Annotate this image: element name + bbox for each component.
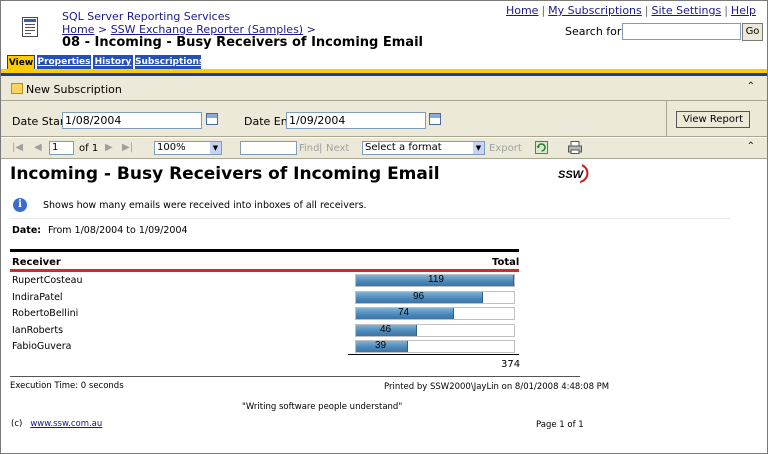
parameters-divider [666, 101, 667, 137]
search-go-button[interactable]: Go [742, 23, 763, 41]
footer-rule [10, 376, 580, 377]
find-text-input[interactable] [240, 141, 297, 155]
tab-history[interactable]: History [93, 55, 133, 70]
bar-value-label: 119 [428, 274, 444, 285]
chevron-down-icon: ▼ [473, 142, 484, 154]
grand-total: 374 [501, 359, 521, 370]
date-end-field[interactable]: 1/09/2004 [286, 112, 426, 129]
export-format-select[interactable]: Select a format ▼ [362, 141, 485, 155]
first-page-icon[interactable]: |◀ [12, 142, 23, 153]
report-manager-window: SQL Server Reporting Services Home > SSW… [0, 0, 768, 454]
bar-track: 74 [355, 307, 515, 320]
chevron-down-icon: ▼ [210, 142, 221, 154]
find-link[interactable]: Find [299, 143, 320, 154]
view-report-button[interactable]: View Report [676, 111, 750, 128]
next-page-icon[interactable]: ▶ [105, 142, 113, 153]
copyright: (c) www.ssw.com.au [11, 419, 102, 429]
info-icon: i [13, 198, 27, 212]
new-subscription-label: New Subscription [26, 83, 122, 96]
ssw-logo: SSW [558, 164, 589, 183]
help-link[interactable]: Help [731, 4, 756, 17]
zoom-value: 100% [157, 142, 186, 153]
sum-rule [348, 354, 519, 355]
export-format-value: Select a format [365, 142, 442, 153]
link-divider: | [644, 4, 649, 17]
report-description: Shows how many emails were received into… [43, 200, 367, 211]
tab-properties[interactable]: Properties [37, 55, 91, 70]
collapse-chevron-icon[interactable]: ⌃ [747, 81, 755, 92]
date-start-field[interactable]: 1/08/2004 [62, 112, 202, 129]
date-label: Date: [12, 225, 42, 236]
find-divider: | [319, 143, 323, 154]
site-settings-link[interactable]: Site Settings [651, 4, 721, 17]
copyright-symbol: (c) [11, 419, 23, 429]
search-label: Search for: [565, 25, 625, 38]
total-column-header: Total [492, 257, 520, 268]
tab-subscriptions[interactable]: Subscriptions [135, 55, 204, 70]
calendar-icon[interactable] [429, 113, 441, 125]
ssw-site-link[interactable]: www.ssw.com.au [30, 419, 102, 429]
date-range: From 1/08/2004 to 1/09/2004 [48, 225, 188, 236]
date-start-label: Date Start [12, 115, 69, 128]
export-link[interactable]: Export [489, 143, 522, 154]
svg-text:SSW: SSW [558, 169, 585, 181]
receiver-name: FabioGuvera [12, 341, 72, 352]
tab-view[interactable]: View [7, 55, 35, 70]
bar-track: 119 [355, 274, 515, 287]
refresh-icon[interactable] [535, 141, 548, 154]
bar-value-label: 96 [413, 291, 425, 302]
table-header-rule [10, 269, 519, 272]
bar-value-label: 39 [375, 340, 387, 351]
report-toolbar: |◀ ◀ 1 of 1 ▶ ▶| 100% ▼ Find | Next Sele… [1, 138, 767, 159]
calendar-icon[interactable] [206, 113, 218, 125]
print-icon[interactable] [568, 141, 582, 154]
bar-value-label: 46 [380, 324, 392, 335]
receiver-column-header: Receiver [12, 257, 61, 268]
search-input[interactable] [622, 23, 741, 40]
receiver-name: IndiraPatel [12, 292, 63, 303]
top-links: Home | My Subscriptions | Site Settings | Help [506, 4, 756, 17]
my-subscriptions-link[interactable]: My Subscriptions [548, 4, 642, 17]
tab-bar: View Properties History Subscriptions [1, 55, 767, 70]
divider [10, 218, 731, 219]
bar-track: 96 [355, 291, 515, 304]
page-title: 08 - Incoming - Busy Receivers of Incomi… [62, 35, 423, 50]
link-divider: | [541, 4, 546, 17]
report-heading: Incoming - Busy Receivers of Incoming Em… [10, 164, 440, 184]
bar-track: 39 [355, 340, 515, 353]
printed-by: Printed by SSW2000\JayLin on 8/01/2008 4… [384, 382, 610, 392]
receiver-name: RobertoBellini [12, 308, 79, 319]
receiver-name: RupertCosteau [12, 275, 83, 286]
previous-page-icon[interactable]: ◀ [34, 142, 42, 153]
page-number-input[interactable]: 1 [49, 141, 74, 155]
execution-time: Execution Time: 0 seconds [10, 381, 124, 391]
page-count: Page 1 of 1 [536, 420, 584, 430]
home-link[interactable]: Home [506, 4, 538, 17]
page-count-label: of 1 [79, 143, 99, 154]
table-top-rule [10, 249, 519, 252]
report-document-icon [22, 17, 38, 37]
link-divider: | [724, 4, 728, 17]
subscription-bar: New Subscription ⌃ [1, 76, 767, 101]
header: SQL Server Reporting Services Home > SSW… [1, 1, 767, 55]
last-page-icon[interactable]: ▶| [122, 142, 133, 153]
new-subscription-icon [11, 83, 23, 94]
zoom-select[interactable]: 100% ▼ [154, 141, 222, 155]
new-subscription-button[interactable]: New Subscription [11, 83, 122, 96]
find-next-link[interactable]: Next [326, 143, 349, 154]
bar-track: 46 [355, 324, 515, 337]
parameters-bar: Date Start 1/08/2004 Date End 1/09/2004 … [1, 101, 767, 137]
app-name: SQL Server Reporting Services [62, 10, 231, 23]
receiver-name: IanRoberts [12, 325, 64, 336]
collapse-toolbar-chevron-icon[interactable]: ⌃ [747, 141, 755, 152]
slogan: "Writing software people understand" [242, 402, 403, 412]
bar-value-label: 74 [398, 307, 410, 318]
